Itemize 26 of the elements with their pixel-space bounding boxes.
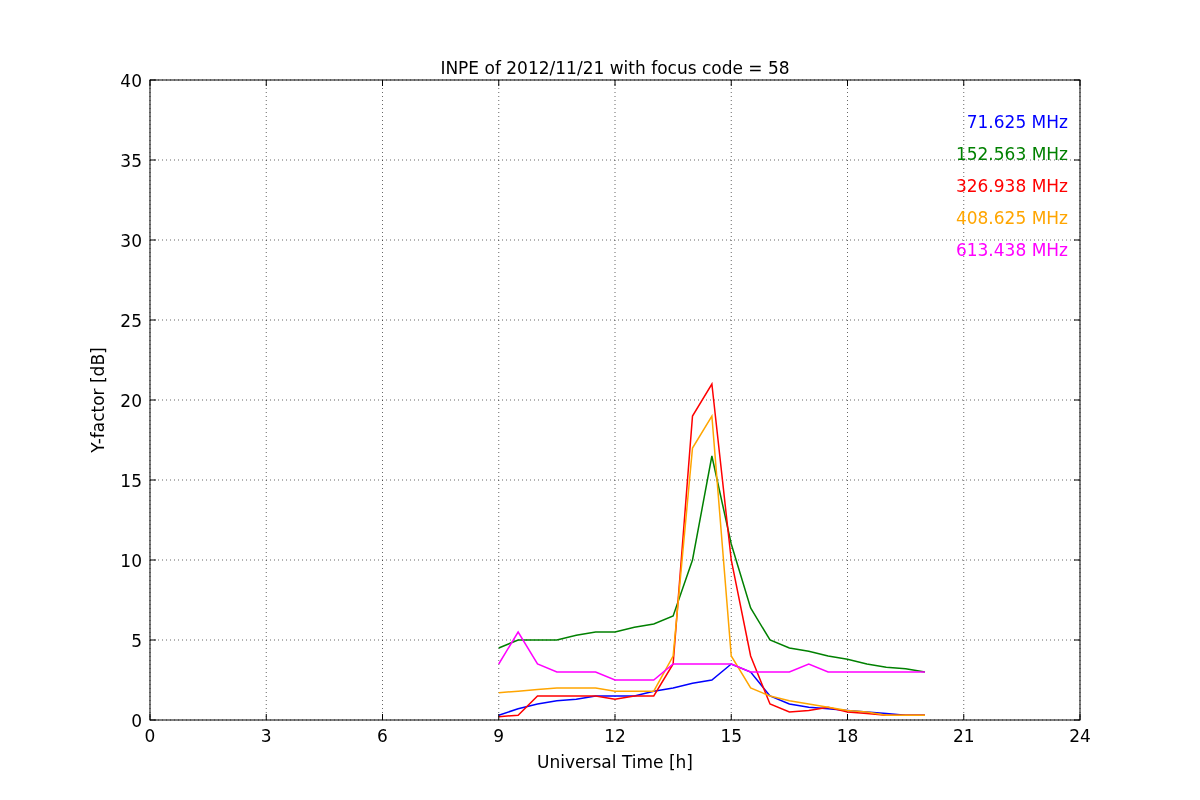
tick-label: 25 bbox=[120, 311, 142, 331]
chart-title: INPE of 2012/11/21 with focus code = 58 bbox=[440, 58, 790, 78]
legend-label: 408.625 MHz bbox=[955, 208, 1068, 228]
tick-label: 15 bbox=[720, 726, 743, 746]
tick-label: 30 bbox=[120, 231, 142, 251]
tick-label: 15 bbox=[120, 471, 142, 491]
tick-label: 10 bbox=[120, 551, 142, 571]
tick-label: 35 bbox=[120, 151, 142, 171]
tick-label: 24 bbox=[1069, 726, 1091, 746]
tick-label: 0 bbox=[144, 726, 156, 746]
legend-label: 613.438 MHz bbox=[955, 240, 1068, 260]
tick-label: 18 bbox=[836, 726, 859, 746]
tick-label: 9 bbox=[493, 726, 505, 746]
tick-label: 6 bbox=[377, 726, 388, 746]
tick-label: 0 bbox=[131, 711, 142, 731]
tick-label: 5 bbox=[131, 631, 142, 651]
y-axis-label: Y-factor [dB] bbox=[88, 347, 108, 453]
tick-label: 20 bbox=[120, 391, 142, 411]
tick-label: 3 bbox=[260, 726, 272, 746]
legend-label: 326.938 MHz bbox=[955, 176, 1068, 196]
tick-label: 12 bbox=[604, 726, 626, 746]
legend-label: 71.625 MHz bbox=[966, 112, 1068, 132]
x-axis-label: Universal Time [h] bbox=[537, 752, 693, 772]
legend-label: 152.563 MHz bbox=[955, 144, 1068, 164]
tick-label: 40 bbox=[120, 71, 142, 91]
tick-label: 21 bbox=[952, 726, 975, 746]
